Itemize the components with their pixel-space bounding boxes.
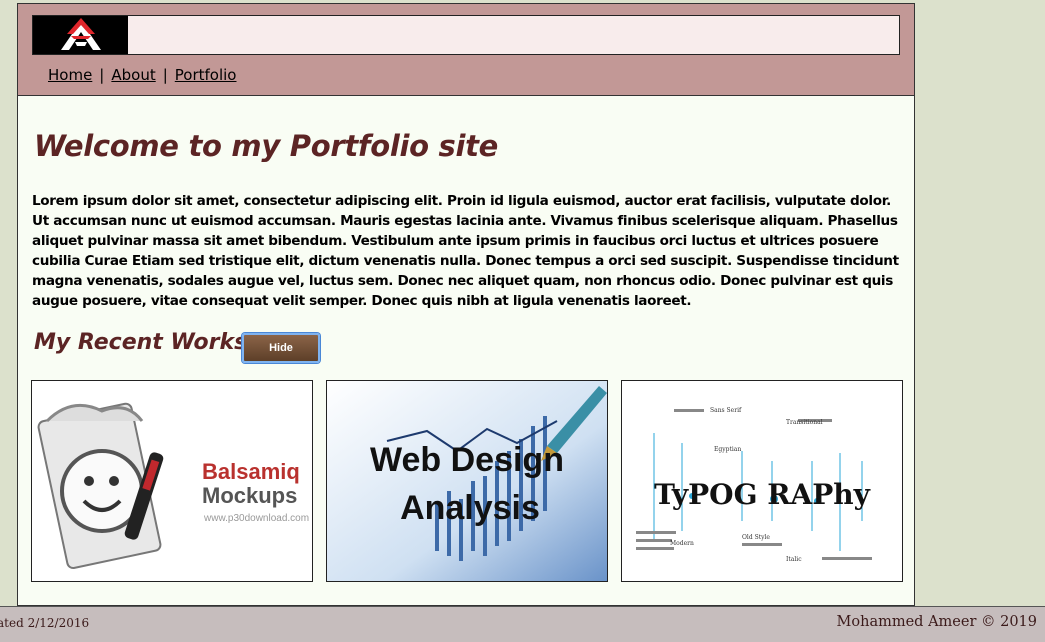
page-title: Welcome to my Portfolio site bbox=[34, 129, 499, 163]
work-thumbnail-typography[interactable]: TyPOG RAPhy Sans Serif Transitional Egyp… bbox=[621, 380, 903, 582]
balsamiq-logo-icon bbox=[37, 402, 164, 570]
main-nav: Home | About | Portfolio bbox=[48, 66, 237, 84]
nav-portfolio-link[interactable]: Portfolio bbox=[175, 66, 237, 84]
typography-label-transitional: Transitional bbox=[786, 419, 823, 426]
nav-separator: | bbox=[162, 66, 168, 84]
web-design-title-line2: Analysis bbox=[400, 489, 540, 527]
nav-home-link[interactable]: Home bbox=[48, 66, 92, 84]
web-design-title-line1: Web Design bbox=[370, 441, 564, 479]
logo-bar bbox=[32, 15, 900, 55]
typography-label-sans-serif: Sans Serif bbox=[710, 407, 742, 414]
site-footer: ated 2/12/2016 Mohammed Ameer © 2019 bbox=[0, 606, 1045, 642]
work-thumbnail-web-design[interactable]: Web Design Analysis bbox=[326, 380, 608, 582]
hide-button[interactable]: Hide bbox=[242, 333, 320, 363]
nav-separator: | bbox=[99, 66, 105, 84]
typography-word: TyPOG RAPhy bbox=[654, 478, 871, 511]
recent-works-heading: My Recent Works bbox=[34, 330, 248, 355]
site-header: Home | About | Portfolio bbox=[18, 4, 914, 96]
balsamiq-url: www.p30download.com bbox=[203, 513, 309, 524]
work-thumbnail-balsamiq[interactable]: Balsamiq Mockups www.p30download.com bbox=[31, 380, 313, 582]
typography-label-modern: Modern bbox=[670, 540, 694, 547]
typography-label-egyptian: Egyptian bbox=[714, 446, 741, 453]
page-container: Home | About | Portfolio Welcome to my Portf… bbox=[17, 3, 915, 606]
intro-paragraph: Lorem ipsum dolor sit amet, consectetur … bbox=[32, 193, 899, 309]
typography-label-old-style: Old Style bbox=[742, 534, 770, 541]
logo[interactable] bbox=[33, 16, 128, 54]
typography-label-italic: Italic bbox=[786, 556, 802, 563]
last-updated: ated 2/12/2016 bbox=[0, 616, 90, 630]
copyright: Mohammed Ameer © 2019 bbox=[836, 614, 1037, 630]
balsamiq-title-line1: Balsamiq bbox=[202, 459, 300, 484]
nav-about-link[interactable]: About bbox=[111, 66, 155, 84]
logo-icon bbox=[61, 18, 101, 50]
balsamiq-title-line2: Mockups bbox=[202, 483, 297, 508]
